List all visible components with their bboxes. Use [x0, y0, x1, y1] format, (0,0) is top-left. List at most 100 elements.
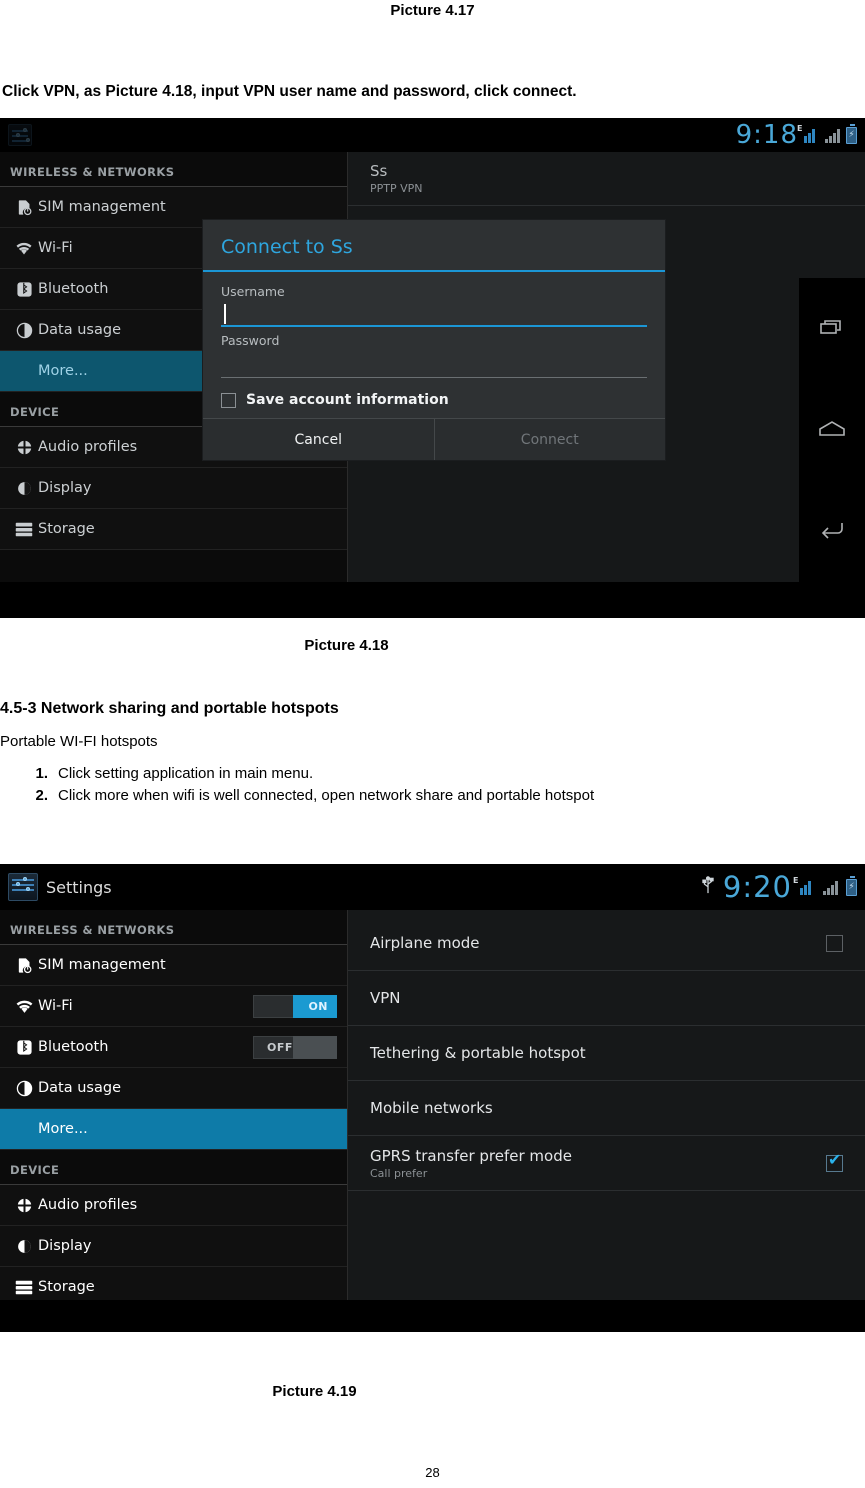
row-texts: Tethering & portable hotspot	[370, 1044, 586, 1062]
status-bar-right-419: 9:20 E ⚡	[701, 870, 865, 904]
vpn-connect-dialog: Connect to Ss Username Password Save acc…	[203, 220, 665, 460]
toggle-label: OFF	[267, 1040, 293, 1054]
connect-button[interactable]: Connect	[433, 419, 665, 460]
username-underline	[221, 325, 647, 327]
signal-bars-icon: E	[797, 124, 819, 143]
status-bar-right-418: 9:18 E ⚡	[736, 120, 865, 150]
gprs-transfer-checkbox[interactable]	[826, 1152, 843, 1172]
sidebar-item-label: Data usage	[38, 322, 121, 338]
sidebar-item-more-419[interactable]: More...	[0, 1109, 347, 1150]
settings-row-mobile-networks[interactable]: Mobile networks	[348, 1081, 865, 1136]
screenshot-picture-418: 9:18 E ⚡ WIRELESS & NETWORKS SIM managem…	[0, 118, 865, 618]
sidebar-item-sim-management-419[interactable]: SIM management	[0, 945, 347, 986]
signal-badge-418: E	[797, 123, 803, 133]
dialog-body: Username Password Save account informati…	[203, 272, 665, 418]
settings-content-419: Airplane mode VPN Tethering & portable h…	[348, 910, 865, 1300]
save-account-row[interactable]: Save account information	[221, 384, 647, 408]
storage-icon	[10, 1280, 38, 1295]
section-subtitle: Portable WI-FI hotspots	[0, 733, 158, 750]
storage-icon	[10, 522, 38, 537]
settings-body-419: WIRELESS & NETWORKS SIM management Wi-Fi…	[0, 910, 865, 1308]
sidebar-item-label: Wi-Fi	[38, 240, 73, 256]
wifi-toggle[interactable]: ON	[253, 994, 337, 1018]
password-label: Password	[221, 333, 280, 348]
usb-icon	[701, 876, 715, 898]
sidebar-item-label: Display	[38, 480, 92, 496]
sidebar-item-bluetooth-419[interactable]: Bluetooth OFF	[0, 1027, 347, 1068]
bluetooth-toggle[interactable]: OFF	[253, 1035, 337, 1059]
sidebar-item-wifi-419[interactable]: Wi-Fi ON	[0, 986, 347, 1027]
row-texts: VPN	[370, 989, 401, 1007]
row-texts: Airplane mode	[370, 934, 480, 952]
settings-row-airplane-mode[interactable]: Airplane mode	[348, 916, 865, 971]
cancel-button[interactable]: Cancel	[203, 419, 434, 460]
row-title: Tethering & portable hotspot	[370, 1044, 586, 1062]
caption-picture-418: Picture 4.18	[304, 637, 389, 654]
settings-app-icon	[8, 124, 32, 146]
intro-paragraph: Click VPN, as Picture 4.18, input VPN us…	[2, 83, 577, 100]
airplane-mode-checkbox[interactable]	[826, 934, 843, 952]
step-text: Click more when wifi is well connected, …	[58, 787, 595, 804]
sidebar-item-display-418[interactable]: Display	[0, 468, 347, 509]
row-title: Airplane mode	[370, 934, 480, 952]
row-title: VPN	[370, 989, 401, 1007]
sidebar-item-audio-profiles-419[interactable]: Audio profiles	[0, 1185, 347, 1226]
signal-bars-grey-icon	[823, 880, 838, 895]
settings-sidebar-419: WIRELESS & NETWORKS SIM management Wi-Fi…	[0, 910, 348, 1308]
battery-charging-icon: ⚡	[846, 875, 857, 896]
signal-badge-419: E	[793, 875, 799, 885]
row-subtitle: Call prefer	[370, 1166, 428, 1180]
recent-apps-icon[interactable]	[819, 317, 845, 343]
row-title: Mobile networks	[370, 1099, 493, 1117]
toggle-label: ON	[308, 999, 328, 1013]
settings-app-icon[interactable]	[8, 873, 38, 901]
signal-bars-icon: E	[793, 876, 815, 895]
wifi-icon	[10, 999, 38, 1014]
dialog-title: Connect to Ss	[221, 236, 353, 258]
bluetooth-icon	[10, 281, 38, 298]
status-bar-app-title-419: Settings	[46, 877, 112, 897]
screenshot-picture-419: Settings 9:20 E ⚡ WIRELESS & NETWORKS SI…	[0, 864, 865, 1332]
caption-picture-419: Picture 4.19	[272, 1383, 357, 1400]
data-usage-icon	[10, 1080, 38, 1097]
list-item: 1. Click setting application in main men…	[20, 765, 865, 782]
sidebar-item-display-419[interactable]: Display	[0, 1226, 347, 1267]
text-caret	[224, 304, 226, 324]
vpn-profile-texts: Ss PPTP VPN	[370, 162, 423, 195]
sidebar-item-label: Data usage	[38, 1080, 121, 1096]
sidebar-item-data-usage-419[interactable]: Data usage	[0, 1068, 347, 1109]
sidebar-item-label: Display	[38, 1238, 92, 1254]
step-number: 2.	[35, 787, 48, 804]
status-bar-419: Settings 9:20 E ⚡	[0, 864, 865, 910]
signal-bars-grey-icon	[825, 128, 840, 143]
sim-card-icon	[10, 957, 38, 974]
sidebar-item-label: Bluetooth	[38, 281, 109, 297]
sidebar-item-storage-418[interactable]: Storage	[0, 509, 347, 550]
section-heading: 4.5-3 Network sharing and portable hotsp…	[0, 700, 339, 717]
password-underline	[221, 377, 647, 378]
battery-charging-icon: ⚡	[846, 123, 857, 144]
sidebar-item-label: More...	[38, 1121, 88, 1137]
sidebar-item-label: SIM management	[38, 199, 166, 215]
username-field[interactable]	[221, 301, 647, 327]
back-icon[interactable]	[818, 519, 846, 543]
settings-row-gprs-transfer[interactable]: GPRS transfer prefer mode Call prefer	[348, 1136, 865, 1191]
home-icon[interactable]	[818, 420, 846, 442]
sim-card-icon	[10, 199, 38, 216]
wifi-icon	[10, 241, 38, 256]
settings-row-tethering[interactable]: Tethering & portable hotspot	[348, 1026, 865, 1081]
save-account-checkbox[interactable]	[221, 392, 236, 408]
vpn-profile-row[interactable]: Ss PPTP VPN	[348, 152, 865, 206]
step-number: 1.	[35, 765, 48, 782]
sidebar-item-label: Bluetooth	[38, 1039, 109, 1055]
status-clock-419: 9:20	[722, 870, 792, 904]
document-page: Picture 4.17 Click VPN, as Picture 4.18,…	[0, 0, 865, 1488]
system-navigation-bar-418	[799, 278, 865, 582]
audio-profiles-icon	[10, 438, 38, 456]
password-field[interactable]	[221, 350, 647, 378]
toggle-knob	[293, 1035, 337, 1059]
row-texts: GPRS transfer prefer mode Call prefer	[370, 1147, 572, 1180]
steps-list: 1. Click setting application in main men…	[20, 765, 865, 806]
row-texts: Mobile networks	[370, 1099, 493, 1117]
settings-row-vpn[interactable]: VPN	[348, 971, 865, 1026]
